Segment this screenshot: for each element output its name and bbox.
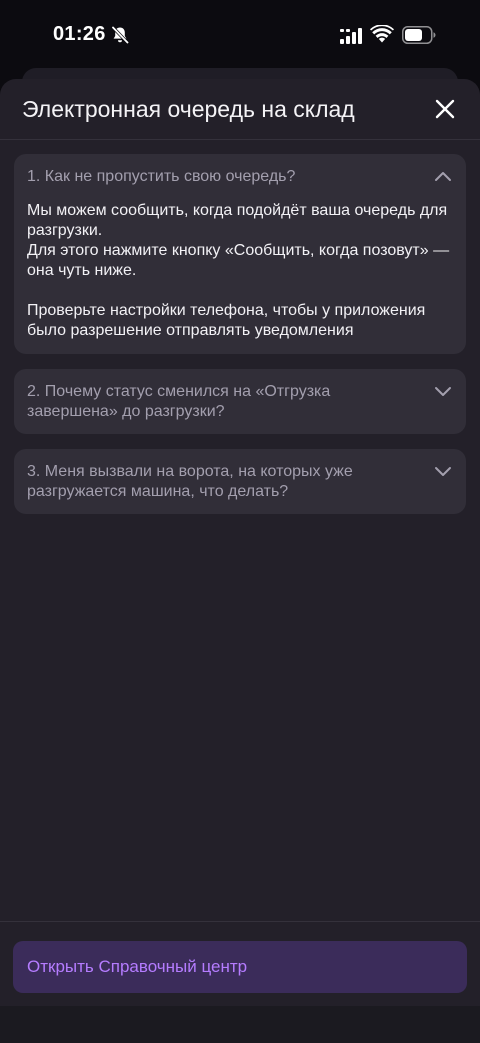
faq-question-2[interactable]: 2. Почему статус сменился на «Отгрузка з…: [27, 382, 422, 422]
status-bar: 01:26: [0, 0, 480, 70]
chevron-down-icon[interactable]: [434, 465, 452, 477]
chevron-up-icon[interactable]: [434, 170, 452, 182]
status-time: 01:26: [53, 23, 106, 45]
close-icon: [435, 99, 455, 119]
bell-slash-icon: [111, 25, 130, 45]
faq-answer-1: Мы можем сообщить, когда подойдёт ваша о…: [27, 201, 457, 341]
cellular-signal-icon: [340, 28, 362, 44]
wifi-icon: [370, 25, 394, 43]
faq-answer-1-line-3: Проверьте настройки телефона, чтобы у пр…: [27, 302, 426, 339]
battery-icon: [402, 26, 436, 44]
home-indicator-area: [0, 1006, 480, 1043]
faq-answer-1-line-1: Мы можем сообщить, когда подойдёт ваша о…: [27, 202, 448, 239]
faq-item-1: 1. Как не пропустить свою очередь? Мы мо…: [14, 154, 466, 354]
faq-item-3[interactable]: 3. Меня вызвали на ворота, на которых уж…: [14, 449, 466, 514]
sheet-header: Электронная очередь на склад: [0, 79, 480, 140]
open-help-center-button[interactable]: Открыть Справочный центр: [13, 941, 467, 993]
help-button-label: Открыть Справочный центр: [27, 957, 248, 976]
faq-question-1[interactable]: 1. Как не пропустить свою очередь?: [27, 167, 422, 187]
faq-answer-1-line-2: Для этого нажмите кнопку «Сообщить, когд…: [27, 242, 450, 279]
faq-question-3[interactable]: 3. Меня вызвали на ворота, на которых уж…: [27, 462, 422, 502]
faq-item-2[interactable]: 2. Почему статус сменился на «Отгрузка з…: [14, 369, 466, 434]
sheet-footer: Открыть Справочный центр: [0, 921, 480, 1006]
chevron-down-icon[interactable]: [434, 385, 452, 397]
sheet-title: Электронная очередь на склад: [22, 96, 355, 122]
close-button[interactable]: [428, 92, 462, 126]
bottom-sheet: Электронная очередь на склад 1. Как не п…: [0, 79, 480, 1006]
